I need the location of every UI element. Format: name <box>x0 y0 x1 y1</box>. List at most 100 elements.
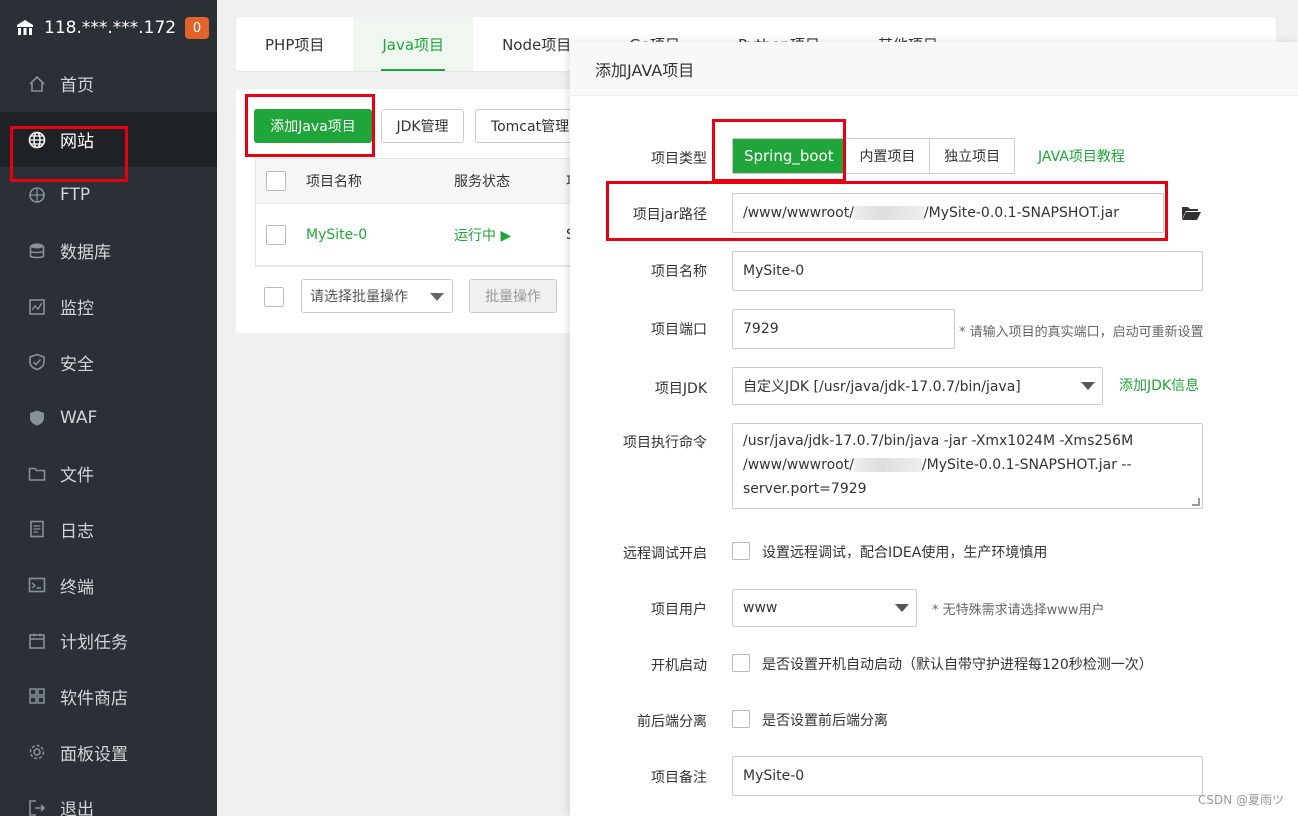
server-host[interactable]: 118.***.***.172 <box>44 18 176 38</box>
sidebar-item-label: 面板设置 <box>60 744 128 765</box>
sidebar-item-12[interactable]: 面板设置 <box>0 724 217 780</box>
redacted-path <box>853 458 922 472</box>
project-name-link[interactable]: MySite-0 <box>306 227 367 243</box>
sidebar-item-2[interactable]: FTP <box>0 167 217 223</box>
tab-java[interactable]: Java项目 <box>353 17 474 71</box>
gear-icon <box>27 742 47 762</box>
sidebar-item-label: 文件 <box>60 466 94 487</box>
sidebar-item-4[interactable]: 监控 <box>0 279 217 335</box>
frontend-separation-checkbox[interactable] <box>732 710 750 728</box>
sidebar-item-11[interactable]: 软件商店 <box>0 669 217 725</box>
waf-shield-icon <box>27 408 47 428</box>
user-select[interactable]: www <box>732 589 917 627</box>
sidebar-item-1[interactable]: 网站 <box>0 111 217 168</box>
sidebar-item-label: 退出 <box>60 800 94 816</box>
cmd-line-1: /usr/java/jdk-17.0.7/bin/java -jar -Xmx1… <box>743 433 1134 449</box>
row-checkbox[interactable] <box>266 224 286 245</box>
sidebar-item-8[interactable]: 日志 <box>0 502 217 558</box>
add-jdk-link[interactable]: 添加JDK信息 <box>1119 375 1199 395</box>
header-project-name: 项目名称 <box>306 174 362 190</box>
sidebar-item-13[interactable]: 退出 <box>0 780 217 816</box>
sidebar-item-10[interactable]: 计划任务 <box>0 613 217 669</box>
sidebar-item-3[interactable]: 数据库 <box>0 223 217 279</box>
sidebar-header: 118.***.***.172 0 <box>0 0 217 56</box>
sidebar-item-0[interactable]: 首页 <box>0 56 217 112</box>
terminal-icon <box>27 575 47 595</box>
batch-select[interactable]: 请选择批量操作 <box>301 279 453 313</box>
project-remark-input[interactable]: MySite-0 <box>732 756 1203 796</box>
auto-start-checkbox[interactable] <box>732 654 750 672</box>
monitor-icon <box>27 297 47 317</box>
exec-command-label: 项目执行命令 <box>623 435 707 451</box>
sidebar-item-label: FTP <box>60 185 91 206</box>
select-all-checkbox[interactable] <box>266 171 286 191</box>
remote-debug-label: 远程调试开启 <box>623 546 707 562</box>
dialog-title: 添加JAVA项目 <box>570 42 1298 96</box>
project-port-label: 项目端口 <box>651 322 707 338</box>
tomcat-manage-button[interactable]: Tomcat管理 <box>475 109 585 143</box>
cmd-line-2-prefix: /www/wwwroot/ <box>743 457 854 473</box>
ftp-icon <box>27 185 47 205</box>
sidebar-item-7[interactable]: 文件 <box>0 446 217 502</box>
calendar-icon <box>27 631 47 651</box>
batch-select-label: 请选择批量操作 <box>310 289 408 305</box>
home-icon <box>27 74 47 94</box>
batch-checkbox[interactable] <box>264 287 284 307</box>
sidebar-item-label: 日志 <box>60 521 94 542</box>
sidebar-item-label: 监控 <box>60 299 94 320</box>
sidebar-item-label: WAF <box>60 407 98 428</box>
jdk-select-value: 自定义JDK [/usr/java/jdk-17.0.7/bin/java] <box>743 379 1021 395</box>
sidebar-item-label: 网站 <box>60 132 94 153</box>
sidebar: 118.***.***.172 0 首页网站 FTP 数据库监控安全 WAF 文件日志终… <box>0 0 217 816</box>
jar-path-suffix: /MySite-0.0.1-SNAPSHOT.jar <box>923 205 1119 221</box>
redacted-path <box>853 206 924 220</box>
project-user-label: 项目用户 <box>651 602 707 618</box>
sidebar-item-label: 安全 <box>60 354 94 375</box>
remote-debug-checkbox[interactable] <box>732 542 750 560</box>
type-builtin[interactable]: 内置项目 <box>844 139 930 173</box>
add-java-project-dialog: 添加JAVA项目 项目类型 Spring_boot 内置项目 独立项目 JAVA… <box>570 42 1298 816</box>
batch-apply-button[interactable]: 批量操作 <box>469 279 557 313</box>
sidebar-item-9[interactable]: 终端 <box>0 557 217 613</box>
jar-path-prefix: /www/wwwroot/ <box>743 205 854 221</box>
jdk-manage-button[interactable]: JDK管理 <box>381 109 464 143</box>
shield-icon <box>27 352 47 372</box>
add-java-project-button[interactable]: 添加Java项目 <box>254 109 372 143</box>
server-logo-icon <box>14 17 36 39</box>
sidebar-item-5[interactable]: 安全 <box>0 334 217 390</box>
type-spring-boot[interactable]: Spring_boot <box>733 139 845 173</box>
jdk-select[interactable]: 自定义JDK [/usr/java/jdk-17.0.7/bin/java] <box>732 367 1103 405</box>
auto-start-label: 开机启动 <box>651 658 707 674</box>
chevron-down-icon <box>430 293 444 301</box>
database-icon <box>27 241 47 261</box>
sidebar-item-6[interactable]: WAF <box>0 390 217 446</box>
project-port-input[interactable]: 7929 <box>732 309 955 349</box>
java-tutorial-link[interactable]: JAVA项目教程 <box>1038 146 1125 166</box>
sidebar-item-label: 首页 <box>60 76 94 97</box>
exec-command-textarea[interactable]: /usr/java/jdk-17.0.7/bin/java -jar -Xmx1… <box>732 423 1203 509</box>
resize-handle-icon[interactable] <box>1192 498 1200 506</box>
project-name-label: 项目名称 <box>651 264 707 280</box>
chevron-down-icon <box>895 604 909 612</box>
project-type-label: 项目类型 <box>651 151 707 167</box>
tab-php[interactable]: PHP项目 <box>236 17 353 71</box>
type-standalone[interactable]: 独立项目 <box>929 139 1014 173</box>
sidebar-item-label: 数据库 <box>60 243 111 264</box>
jar-path-input[interactable]: /www/wwwroot/ /MySite-0.0.1-SNAPSHOT.jar <box>732 193 1164 233</box>
cmd-line-2-suffix: /MySite-0.0.1-SNAPSHOT.jar -- <box>921 457 1132 473</box>
log-icon <box>27 519 47 539</box>
project-name-input[interactable]: MySite-0 <box>732 251 1203 291</box>
user-select-value: www <box>743 600 778 616</box>
sidebar-item-label: 软件商店 <box>60 688 128 709</box>
folder-open-icon[interactable] <box>1181 205 1201 225</box>
service-status[interactable]: 运行中 ▶ <box>454 225 511 245</box>
notification-badge[interactable]: 0 <box>185 17 209 39</box>
logout-icon <box>27 798 47 816</box>
chevron-down-icon <box>1081 382 1095 390</box>
watermark: CSDN @夏雨ツ <box>1197 793 1284 807</box>
cmd-line-2: /www/wwwroot/ /MySite-0.0.1-SNAPSHOT.jar … <box>743 453 1202 477</box>
globe-icon <box>27 130 47 150</box>
port-hint: * 请输入项目的真实端口，启动可重新设置 <box>959 325 1204 340</box>
frontend-separation-label: 前后端分离 <box>637 714 707 730</box>
remote-debug-text: 设置远程调试，配合IDEA使用，生产环境慎用 <box>762 545 1048 561</box>
